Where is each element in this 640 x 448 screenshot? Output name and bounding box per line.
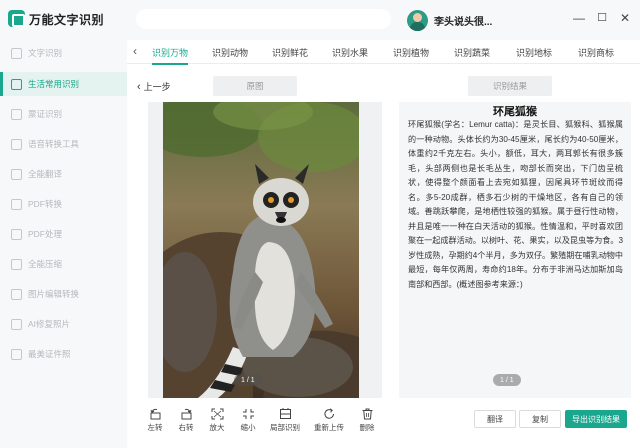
sidebar-item-ticket-ocr[interactable]: 票证识别 xyxy=(0,102,127,126)
sidebar-item-label: 全能翻译 xyxy=(28,169,63,179)
close-icon: ✕ xyxy=(619,11,631,25)
title-bar: 万能文字识别 李头说头很... — ☐ ✕ xyxy=(0,0,640,40)
sidebar-item-id-photo[interactable]: 最美证件照 xyxy=(0,342,127,366)
minimize-button[interactable]: — xyxy=(571,10,587,26)
result-page-indicator: 1 / 1 xyxy=(493,374,521,386)
tab-flower[interactable]: 识别鲜花 xyxy=(272,46,308,59)
zoom-in-label: 放大 xyxy=(209,423,225,432)
ai-repair-icon xyxy=(11,318,22,330)
rotate-right-icon xyxy=(181,408,191,420)
tab-trademark[interactable]: 识别商标 xyxy=(578,46,614,59)
voice-icon xyxy=(11,138,22,150)
image-edit-icon xyxy=(11,288,22,300)
translate-icon xyxy=(11,168,22,180)
crop-icon xyxy=(279,408,291,419)
sidebar-item-compress[interactable]: 全能压缩 xyxy=(0,252,127,276)
rotate-right-label: 右转 xyxy=(178,423,194,432)
tab-animal[interactable]: 识别动物 xyxy=(212,46,248,59)
minimize-icon: — xyxy=(573,11,585,25)
id-photo-icon xyxy=(11,348,22,360)
pdf-process-icon xyxy=(11,228,22,240)
result-text[interactable]: 环尾狐猴(学名：Lemur catta)：是灵长目、狐猴科、狐猴属的一种动物。头… xyxy=(408,118,623,292)
sidebar-item-voice-tools[interactable]: 语音转换工具 xyxy=(0,132,127,156)
translate-button[interactable]: 翻译 xyxy=(474,410,516,428)
rotate-left-icon xyxy=(150,408,160,420)
chevron-left-icon: ‹ xyxy=(137,80,141,93)
rotate-right-button[interactable]: 右转 xyxy=(171,408,201,433)
close-button[interactable]: ✕ xyxy=(617,10,633,26)
result-panel: 环尾狐猴 环尾狐猴(学名：Lemur catta)：是灵长目、狐猴科、狐猴属的一… xyxy=(399,102,631,398)
sidebar: 文字识别 生活常用识别 票证识别 语音转换工具 全能翻译 PDF转换 PDF处理… xyxy=(0,40,127,448)
sidebar-item-label: 票证识别 xyxy=(28,109,63,119)
reupload-button[interactable]: 重新上传 xyxy=(311,408,347,433)
ticket-icon xyxy=(11,108,22,120)
result-tab[interactable]: 识别结果 xyxy=(468,76,552,96)
rotate-left-label: 左转 xyxy=(147,423,163,432)
trash-icon xyxy=(362,408,372,420)
zoom-out-icon xyxy=(242,409,254,419)
tab-vegetable[interactable]: 识别蔬菜 xyxy=(454,46,490,59)
text-ocr-icon xyxy=(11,47,22,59)
pdf-convert-icon xyxy=(11,198,22,210)
image-preview-panel: 1 / 1 xyxy=(148,102,382,398)
chevron-left-icon[interactable]: ‹ xyxy=(133,44,137,58)
tab-everything[interactable]: 识别万物 xyxy=(144,46,196,65)
reupload-label: 重新上传 xyxy=(314,423,344,432)
refresh-icon xyxy=(323,408,334,419)
export-result-button[interactable]: 导出识别结果 xyxy=(565,410,627,428)
sidebar-item-ai-photo-repair[interactable]: AI修复照片 xyxy=(0,312,127,336)
user-name[interactable]: 李头说头很... xyxy=(434,13,492,28)
sidebar-item-image-edit[interactable]: 图片编辑转换 xyxy=(0,282,127,306)
partial-ocr-label: 局部识别 xyxy=(270,423,300,432)
sidebar-item-translate[interactable]: 全能翻译 xyxy=(0,162,127,186)
app-logo-icon xyxy=(8,10,25,27)
sidebar-item-label: PDF处理 xyxy=(28,229,63,239)
compress-icon xyxy=(11,258,22,270)
life-ocr-icon xyxy=(11,78,22,90)
search-input[interactable] xyxy=(136,9,391,29)
sidebar-item-label: 生活常用识别 xyxy=(28,79,80,89)
result-title: 环尾狐猴 xyxy=(493,106,537,118)
category-tabs: ‹ 识别万物 识别动物 识别鲜花 识别水果 识别植物 识别蔬菜 识别地标 识别商… xyxy=(127,40,640,65)
avatar[interactable] xyxy=(407,10,428,31)
sidebar-item-label: 语音转换工具 xyxy=(28,139,80,149)
sidebar-item-pdf-process[interactable]: PDF处理 xyxy=(0,222,127,246)
sidebar-item-pdf-convert[interactable]: PDF转换 xyxy=(0,192,127,216)
rotate-left-button[interactable]: 左转 xyxy=(140,408,170,433)
page-indicator: 1 / 1 xyxy=(234,374,262,386)
delete-button[interactable]: 删除 xyxy=(352,408,382,433)
sidebar-item-label: PDF转换 xyxy=(28,199,63,209)
tab-fruit[interactable]: 识别水果 xyxy=(332,46,368,59)
original-image-tab[interactable]: 原图 xyxy=(213,76,297,96)
back-button[interactable]: ‹ 上一步 xyxy=(137,80,171,93)
zoom-in-icon xyxy=(211,408,223,420)
main-panel: ‹ 识别万物 识别动物 识别鲜花 识别水果 识别植物 识别蔬菜 识别地标 识别商… xyxy=(127,40,640,448)
maximize-icon: ☐ xyxy=(597,11,607,24)
back-label: 上一步 xyxy=(143,82,171,92)
sidebar-item-label: AI修复照片 xyxy=(28,319,71,329)
zoom-out-label: 缩小 xyxy=(240,423,256,432)
sidebar-item-text-ocr[interactable]: 文字识别 xyxy=(0,41,127,65)
copy-button[interactable]: 复制 xyxy=(519,410,561,428)
sidebar-item-label: 文字识别 xyxy=(28,48,63,58)
tab-landmark[interactable]: 识别地标 xyxy=(516,46,552,59)
sidebar-item-label: 图片编辑转换 xyxy=(28,289,80,299)
delete-label: 删除 xyxy=(359,423,375,432)
tab-plant[interactable]: 识别植物 xyxy=(393,46,429,59)
app-title: 万能文字识别 xyxy=(29,13,105,27)
sidebar-item-life-ocr[interactable]: 生活常用识别 xyxy=(0,72,127,96)
sidebar-item-label: 全能压缩 xyxy=(28,259,63,269)
sidebar-item-label: 最美证件照 xyxy=(28,349,71,359)
lemur-photo xyxy=(163,102,359,398)
zoom-in-button[interactable]: 放大 xyxy=(202,408,232,433)
zoom-out-button[interactable]: 缩小 xyxy=(233,408,263,433)
maximize-button[interactable]: ☐ xyxy=(594,10,610,26)
partial-ocr-button[interactable]: 局部识别 xyxy=(267,408,303,433)
